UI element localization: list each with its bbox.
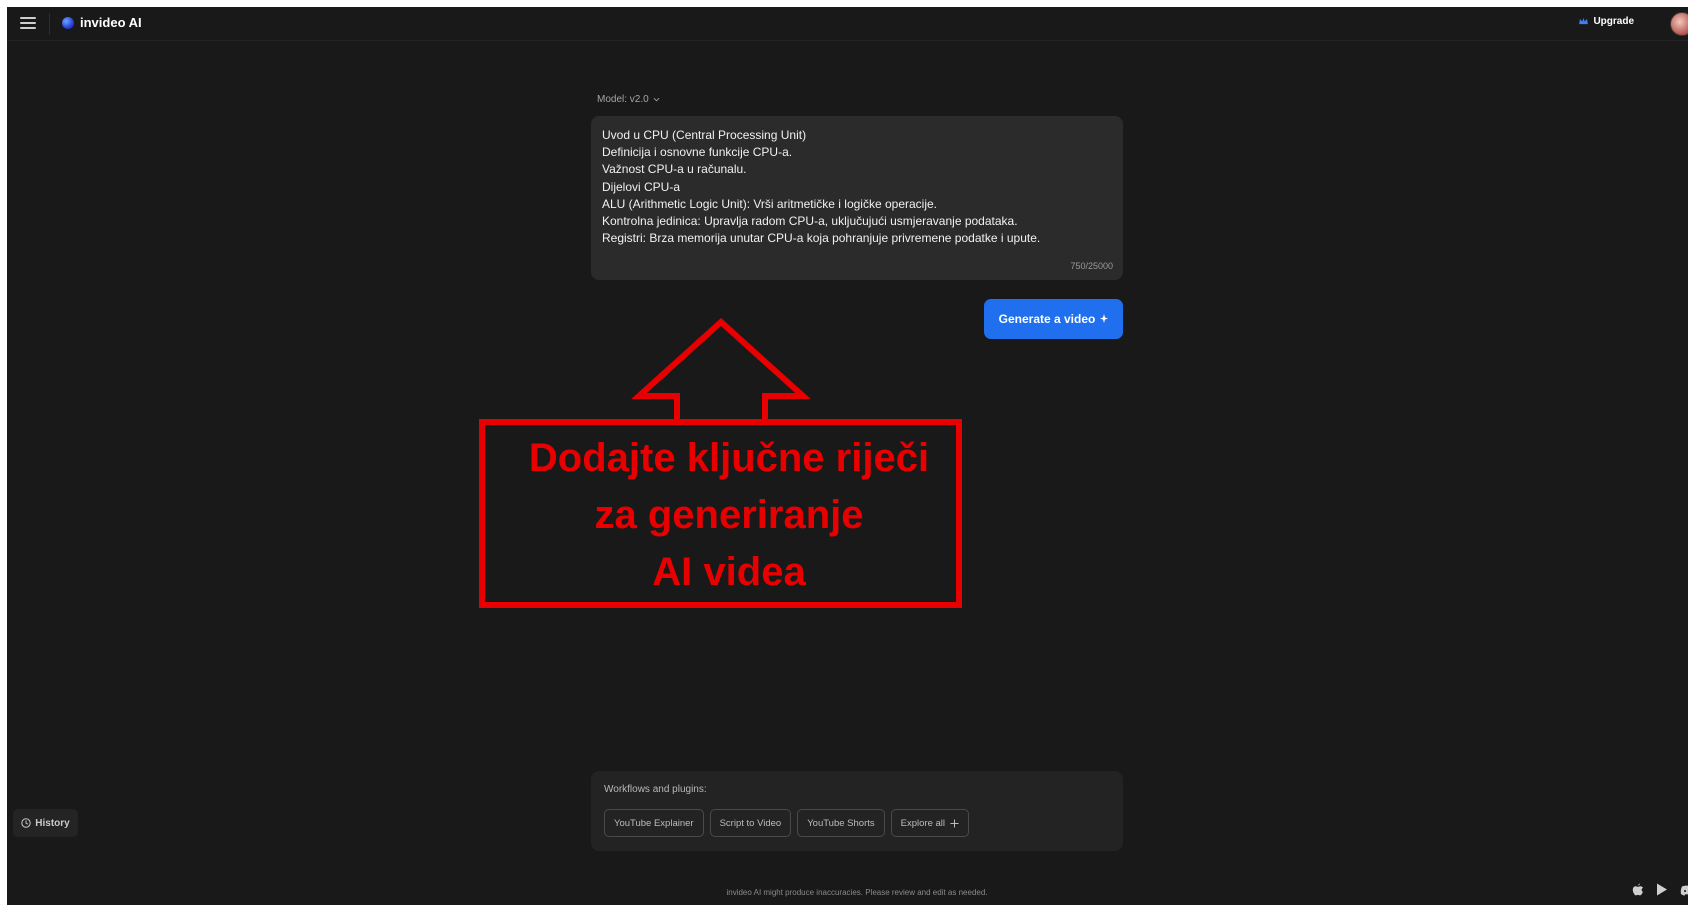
annotation-callout-text: Dodajte ključne riječi za generiranje AI… — [477, 430, 981, 601]
history-label: History — [35, 817, 70, 829]
play-store-icon[interactable] — [1656, 883, 1670, 897]
brand-name: invideo AI — [80, 15, 142, 30]
plus-icon — [950, 819, 959, 827]
annotation-arrow — [631, 317, 811, 425]
generate-video-button[interactable]: Generate a video — [984, 299, 1123, 339]
chip-youtube-explainer[interactable]: YouTube Explainer — [604, 809, 704, 837]
upgrade-label: Upgrade — [1593, 16, 1634, 27]
apple-icon[interactable] — [1632, 883, 1646, 897]
chip-label: YouTube Shorts — [807, 817, 875, 829]
upgrade-button[interactable]: Upgrade — [1579, 16, 1634, 27]
brand-logo[interactable]: invideo AI — [62, 15, 142, 30]
workflow-chips: YouTube Explainer Script to Video YouTub… — [604, 809, 969, 837]
disclaimer-text: invideo AI might produce inaccuracies. P… — [726, 888, 988, 897]
chip-script-to-video[interactable]: Script to Video — [709, 809, 792, 837]
model-selector[interactable]: Model: v2.0 — [597, 94, 660, 105]
annotation-line: Dodajte ključne riječi — [528, 436, 930, 480]
top-bar: invideo AI Upgrade — [7, 7, 1688, 41]
chip-explore-all[interactable]: Explore all — [890, 809, 969, 837]
app-window: invideo AI Upgrade Model: v2.0 Uvod u CP… — [7, 7, 1688, 905]
chip-label: Explore all — [900, 817, 945, 829]
model-label: Model: v2.0 — [597, 94, 649, 105]
workflows-panel: Workflows and plugins: YouTube Explainer… — [591, 771, 1123, 851]
avatar[interactable] — [1670, 12, 1688, 36]
history-button[interactable]: History — [13, 809, 78, 837]
annotation-line: AI videa — [652, 550, 806, 594]
workflows-label: Workflows and plugins: — [604, 784, 707, 795]
prompt-textarea[interactable]: Uvod u CPU (Central Processing Unit) Def… — [591, 116, 1123, 280]
chip-youtube-shorts[interactable]: YouTube Shorts — [797, 809, 885, 837]
prompt-text[interactable]: Uvod u CPU (Central Processing Unit) Def… — [602, 127, 1107, 247]
discord-icon[interactable] — [1680, 883, 1688, 897]
chip-label: Script to Video — [719, 817, 782, 829]
sparkle-icon — [1100, 314, 1109, 323]
hamburger-menu-icon[interactable] — [20, 15, 36, 31]
annotation-line: za generiranje — [594, 493, 864, 537]
clock-icon — [21, 818, 31, 828]
generate-label: Generate a video — [998, 312, 1096, 326]
invideo-logo-icon — [62, 16, 74, 29]
footer-icons — [1632, 883, 1688, 897]
divider — [49, 13, 50, 35]
character-counter: 750/25000 — [1070, 261, 1113, 271]
chip-label: YouTube Explainer — [614, 817, 694, 829]
chevron-down-icon — [653, 97, 660, 102]
crown-icon — [1579, 18, 1589, 25]
